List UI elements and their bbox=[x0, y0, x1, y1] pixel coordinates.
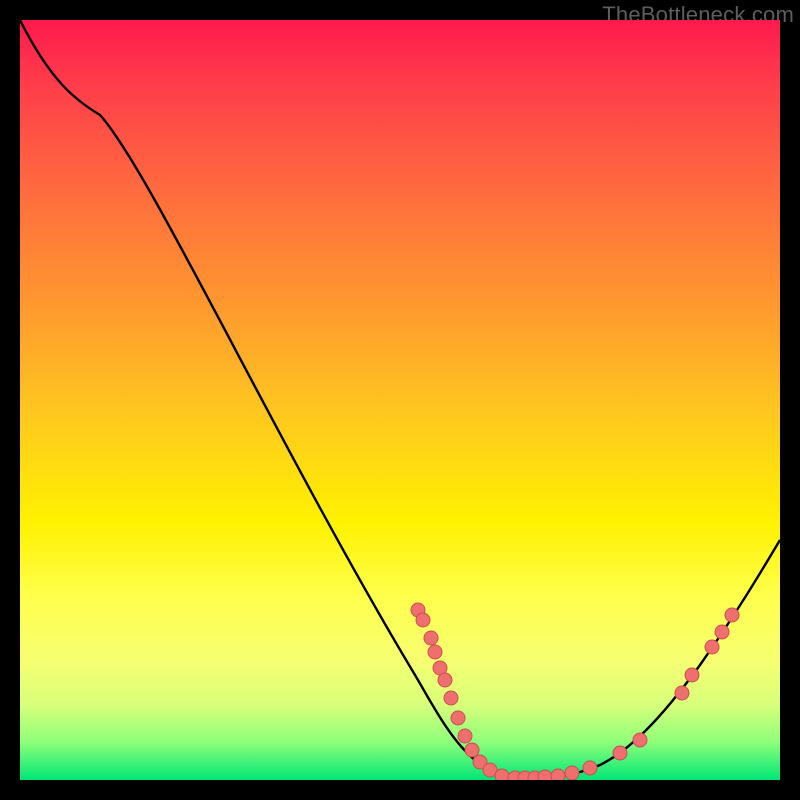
curve-dot bbox=[613, 746, 627, 760]
curve-dot bbox=[565, 766, 579, 780]
chart-svg bbox=[20, 20, 780, 780]
curve-dot bbox=[675, 686, 689, 700]
curve-dot bbox=[416, 613, 430, 627]
curve-dot bbox=[583, 761, 597, 775]
curve-dot bbox=[444, 691, 458, 705]
curve-dot bbox=[538, 770, 552, 780]
chart-frame bbox=[20, 20, 780, 780]
curve-dot bbox=[428, 645, 442, 659]
curve-dot bbox=[495, 769, 509, 780]
bottleneck-curve bbox=[20, 20, 780, 778]
curve-dot bbox=[451, 711, 465, 725]
curve-dot bbox=[465, 743, 479, 757]
curve-dot bbox=[551, 769, 565, 780]
curve-dot bbox=[685, 668, 699, 682]
curve-dot bbox=[424, 631, 438, 645]
curve-dot bbox=[705, 640, 719, 654]
curve-dot bbox=[715, 625, 729, 639]
curve-dot bbox=[458, 729, 472, 743]
curve-dots bbox=[411, 603, 739, 780]
curve-dot bbox=[725, 608, 739, 622]
curve-dot bbox=[633, 733, 647, 747]
curve-dot bbox=[438, 673, 452, 687]
